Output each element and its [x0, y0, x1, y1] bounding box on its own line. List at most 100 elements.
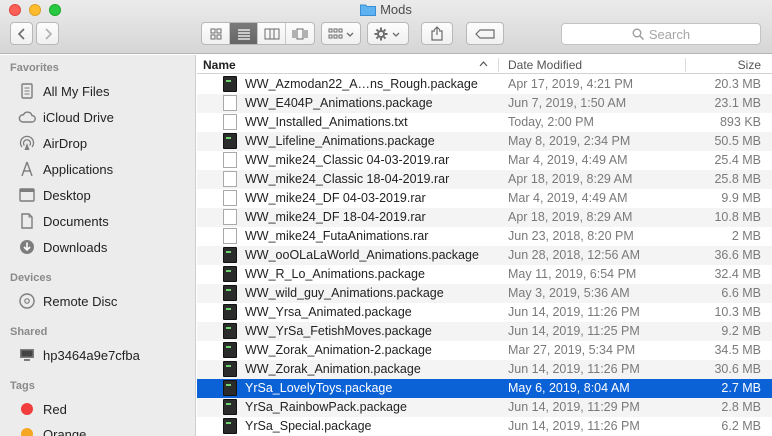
applications-icon	[18, 160, 36, 178]
file-date-modified: Jun 14, 2019, 11:26 PM	[508, 419, 640, 433]
file-date-modified: Jun 7, 2019, 1:50 AM	[508, 96, 627, 110]
file-row[interactable]: WW_mike24_FutaAnimations.rar Jun 23, 2018…	[197, 227, 772, 246]
column-divider[interactable]	[498, 58, 499, 72]
forward-button[interactable]	[36, 22, 59, 45]
file-row[interactable]: WW_wild_guy_Animations.package May 3, 201…	[197, 284, 772, 303]
file-size: 9.9 MB	[721, 191, 761, 205]
document-file-icon	[223, 190, 237, 206]
action-menu-button[interactable]	[367, 22, 409, 45]
cover-flow-view-button[interactable]	[286, 23, 314, 44]
file-name: WW_ooOLaLaWorld_Animations.package	[245, 248, 479, 262]
file-size: 2 MB	[731, 229, 761, 243]
arrange-icon	[328, 28, 354, 38]
file-row[interactable]: WW_Azmodan22_A…ns_Rough.package Apr 17, 2…	[197, 75, 772, 94]
file-row[interactable]: WW_mike24_Classic 18-04-2019.rar Apr 18, …	[197, 170, 772, 189]
file-row[interactable]: WW_Installed_Animations.txt Today, 2:00 P…	[197, 113, 772, 132]
sidebar-item-all-my-files[interactable]: All My Files	[18, 80, 109, 102]
package-file-icon	[223, 304, 237, 320]
search-placeholder: Search	[648, 26, 691, 42]
sidebar-item-icloud-drive[interactable]: iCloud Drive	[18, 106, 114, 128]
sidebar-item-label: Remote Disc	[43, 293, 118, 309]
document-file-icon	[223, 228, 237, 244]
file-date-modified: May 11, 2019, 6:54 PM	[508, 267, 637, 281]
file-row[interactable]: WW_Zorak_Animation.package Jun 14, 2019, …	[197, 360, 772, 379]
arrange-menu-button[interactable]	[321, 22, 361, 45]
file-row[interactable]: YrSa_Special.package Jun 14, 2019, 11:26 …	[197, 417, 772, 436]
package-file-icon	[223, 266, 237, 282]
file-row[interactable]: WW_E404P_Animations.package Jun 7, 2019, …	[197, 94, 772, 113]
file-row[interactable]: YrSa_RainbowPack.package Jun 14, 2019, 11…	[197, 398, 772, 417]
orange-tag-dot	[21, 428, 33, 436]
file-name: WW_Lifeline_Animations.package	[245, 134, 435, 148]
sidebar-tag-orange[interactable]: Orange	[18, 423, 86, 436]
column-header-date-modified[interactable]: Date Modified	[508, 58, 582, 72]
all-files-icon	[18, 82, 36, 100]
sidebar-item-label: hp3464a9e7cfba	[43, 347, 140, 363]
file-name: WW_Zorak_Animation.package	[245, 362, 421, 376]
sidebar-item-label: Applications	[43, 161, 114, 177]
sidebar-item-label: Orange	[43, 426, 87, 436]
file-date-modified: Apr 17, 2019, 4:21 PM	[508, 77, 634, 91]
sidebar-item-label: AirDrop	[43, 135, 88, 151]
sidebar: Favorites All My Files iCloud Drive AirD…	[0, 55, 196, 436]
sidebar-item-shared-computer[interactable]: hp3464a9e7cfba	[18, 344, 140, 366]
sidebar-item-label: Downloads	[43, 239, 108, 255]
list-view-button[interactable]	[230, 23, 258, 44]
sidebar-item-label: Documents	[43, 213, 109, 229]
column-header-bar: Name Date Modified Size	[197, 55, 772, 74]
edit-tags-button[interactable]	[466, 22, 504, 45]
column-header-name[interactable]: Name	[203, 58, 236, 72]
file-size: 2.7 MB	[721, 381, 761, 395]
file-name: WW_mike24_DF 18-04-2019.rar	[245, 210, 426, 224]
package-file-icon	[223, 342, 237, 358]
share-icon	[431, 26, 443, 41]
file-name: YrSa_LovelyToys.package	[245, 381, 393, 395]
document-file-icon	[223, 152, 237, 168]
columns-icon	[264, 28, 279, 39]
file-row[interactable]: WW_mike24_DF 18-04-2019.rar Apr 18, 2019,…	[197, 208, 772, 227]
file-row[interactable]: WW_YrSa_FetishMoves.package Jun 14, 2019,…	[197, 322, 772, 341]
file-row[interactable]: WW_ooOLaLaWorld_Animations.package Jun 28…	[197, 246, 772, 265]
sort-ascending-icon	[479, 61, 488, 67]
back-button[interactable]	[10, 22, 33, 45]
file-date-modified: Apr 18, 2019, 8:29 AM	[508, 210, 633, 224]
sidebar-item-documents[interactable]: Documents	[18, 210, 109, 232]
sidebar-item-airdrop[interactable]: AirDrop	[18, 132, 87, 154]
sidebar-item-desktop[interactable]: Desktop	[18, 184, 91, 206]
sidebar-item-label: Red	[43, 401, 67, 417]
package-file-icon	[223, 133, 237, 149]
column-header-size[interactable]: Size	[738, 58, 761, 72]
cover-flow-icon	[292, 28, 308, 39]
file-list: Name Date Modified Size WW_Azmodan22_A…n…	[197, 55, 772, 436]
file-date-modified: Mar 4, 2019, 4:49 AM	[508, 153, 628, 167]
document-file-icon	[223, 171, 237, 187]
file-row[interactable]: WW_Lifeline_Animations.package May 8, 201…	[197, 132, 772, 151]
file-row[interactable]: WW_Zorak_Animation-2.package Mar 27, 2019…	[197, 341, 772, 360]
sidebar-item-downloads[interactable]: Downloads	[18, 236, 107, 258]
file-row[interactable]: WW_Yrsa_Animated.package Jun 14, 2019, 11…	[197, 303, 772, 322]
file-row[interactable]: WW_R_Lo_Animations.package May 11, 2019, …	[197, 265, 772, 284]
column-divider[interactable]	[685, 58, 686, 72]
sidebar-item-remote-disc[interactable]: Remote Disc	[18, 290, 117, 312]
file-row[interactable]: WW_mike24_DF 04-03-2019.rar Mar 4, 2019, …	[197, 189, 772, 208]
window-toolbar: Mods Search	[0, 0, 772, 54]
file-date-modified: Jun 23, 2018, 8:20 PM	[508, 229, 634, 243]
icon-view-button[interactable]	[202, 23, 230, 44]
sidebar-item-applications[interactable]: Applications	[18, 158, 113, 180]
file-row[interactable]: WW_mike24_Classic 04-03-2019.rar Mar 4, 2…	[197, 151, 772, 170]
computer-icon	[18, 346, 36, 364]
file-name: WW_Installed_Animations.txt	[245, 115, 408, 129]
file-row-selected[interactable]: YrSa_LovelyToys.package May 6, 2019, 8:04…	[197, 379, 772, 398]
tag-icon	[475, 28, 495, 39]
column-view-button[interactable]	[258, 23, 286, 44]
search-field[interactable]: Search	[561, 23, 761, 45]
package-file-icon	[223, 247, 237, 263]
file-name: WW_Azmodan22_A…ns_Rough.package	[245, 77, 478, 91]
file-date-modified: Jun 14, 2019, 11:26 PM	[508, 362, 640, 376]
sidebar-tag-red[interactable]: Red	[18, 398, 67, 420]
file-size: 25.8 MB	[714, 172, 761, 186]
file-date-modified: Mar 4, 2019, 4:49 AM	[508, 191, 628, 205]
share-button[interactable]	[421, 22, 453, 45]
red-tag-dot	[21, 403, 33, 415]
package-file-icon	[223, 380, 237, 396]
